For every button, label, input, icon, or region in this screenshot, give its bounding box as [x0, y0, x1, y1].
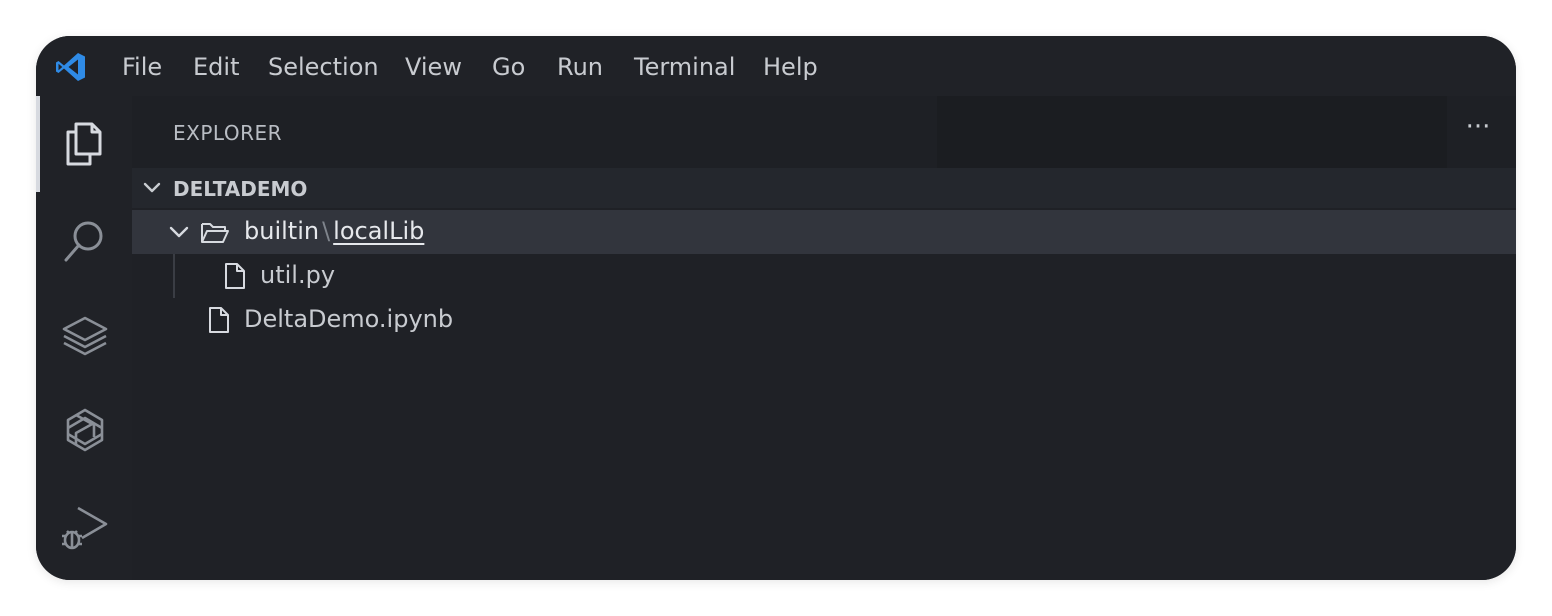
openai-icon[interactable] [58, 404, 112, 458]
workspace-section-header[interactable]: DELTADEMO [132, 168, 1516, 208]
active-indicator [36, 96, 40, 192]
tree-item-notebook[interactable]: DeltaDemo.ipynb [132, 298, 1516, 342]
tree-item-folder[interactable]: builtin \ localLib [132, 210, 1516, 254]
menu-terminal[interactable]: Terminal [634, 53, 735, 81]
explorer-icon[interactable] [58, 116, 112, 170]
run-debug-icon[interactable] [58, 500, 112, 554]
path-separator: \ [322, 217, 331, 245]
menu-edit[interactable]: Edit [193, 53, 239, 81]
file-icon [209, 307, 229, 333]
menu-bar: File Edit Selection View Go Run Terminal… [36, 36, 1516, 96]
sidebar-header: EXPLORER ··· [132, 96, 1516, 168]
menu-file[interactable]: File [122, 53, 162, 81]
activity-bar [36, 96, 132, 580]
search-icon[interactable] [58, 214, 112, 268]
chevron-down-icon [169, 226, 189, 238]
more-actions-button[interactable]: ··· [1460, 114, 1496, 150]
menu-selection[interactable]: Selection [268, 53, 379, 81]
workspace-title: DELTADEMO [173, 177, 308, 201]
explorer-title: EXPLORER [173, 121, 282, 145]
vscode-window: File Edit Selection View Go Run Terminal… [36, 36, 1516, 580]
menu-help[interactable]: Help [763, 53, 818, 81]
menu-view[interactable]: View [405, 53, 462, 81]
notebook-label: DeltaDemo.ipynb [244, 305, 454, 333]
folder-open-icon [201, 223, 229, 243]
header-shade [937, 96, 1447, 168]
tree-item-file[interactable]: util.py [132, 254, 1516, 298]
layers-icon[interactable] [58, 310, 112, 364]
explorer-sidebar: EXPLORER ··· DELTADEMO builtin \ localLib [132, 96, 1516, 580]
file-icon [225, 263, 245, 289]
folder-name-part2[interactable]: localLib [333, 217, 424, 245]
menu-run[interactable]: Run [557, 53, 603, 81]
chevron-down-icon [143, 182, 161, 193]
menu-go[interactable]: Go [492, 53, 525, 81]
file-label: util.py [260, 261, 336, 289]
folder-label: builtin \ localLib [244, 217, 424, 245]
folder-name-part1: builtin [244, 217, 320, 245]
menu: File Edit Selection View Go Run Terminal… [36, 36, 1516, 96]
